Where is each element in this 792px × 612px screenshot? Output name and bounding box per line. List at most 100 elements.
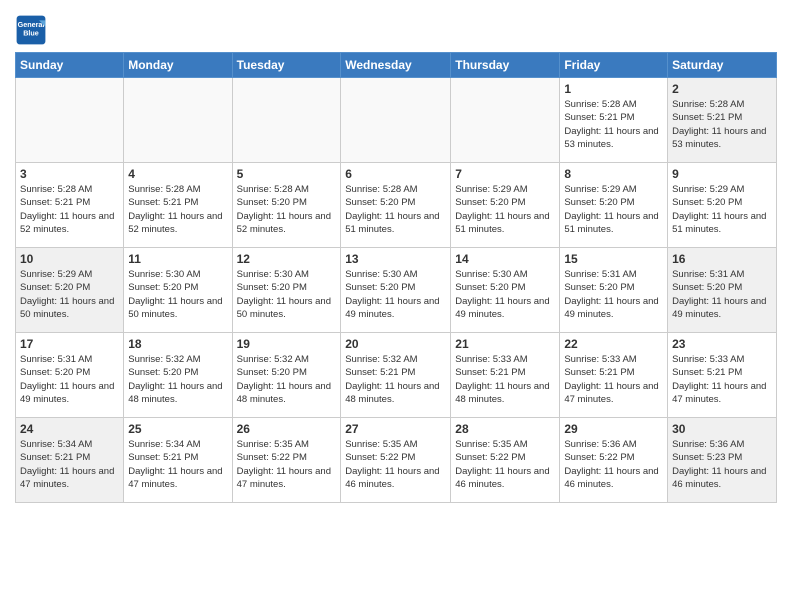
day-number: 4 (128, 167, 227, 181)
day-number: 25 (128, 422, 227, 436)
calendar-header-tuesday: Tuesday (232, 53, 341, 78)
calendar-cell: 27 Sunrise: 5:35 AM Sunset: 5:22 PM Dayli… (341, 418, 451, 503)
day-info: Sunrise: 5:32 AM Sunset: 5:21 PM Dayligh… (345, 353, 446, 406)
day-info: Sunrise: 5:35 AM Sunset: 5:22 PM Dayligh… (455, 438, 555, 491)
calendar-header-thursday: Thursday (451, 53, 560, 78)
calendar-cell: 25 Sunrise: 5:34 AM Sunset: 5:21 PM Dayli… (124, 418, 232, 503)
day-number: 18 (128, 337, 227, 351)
day-info: Sunrise: 5:32 AM Sunset: 5:20 PM Dayligh… (128, 353, 227, 406)
day-info: Sunrise: 5:29 AM Sunset: 5:20 PM Dayligh… (20, 268, 119, 321)
logo: General Blue (15, 14, 47, 46)
calendar-header-sunday: Sunday (16, 53, 124, 78)
calendar-cell: 30Sunrise: 5:36 AM Sunset: 5:23 PM Dayli… (668, 418, 777, 503)
calendar-cell: 29 Sunrise: 5:36 AM Sunset: 5:22 PM Dayli… (560, 418, 668, 503)
day-info: Sunrise: 5:28 AM Sunset: 5:21 PM Dayligh… (128, 183, 227, 236)
day-info: Sunrise: 5:34 AM Sunset: 5:21 PM Dayligh… (20, 438, 119, 491)
day-info: Sunrise: 5:28 AM Sunset: 5:20 PM Dayligh… (237, 183, 337, 236)
day-number: 20 (345, 337, 446, 351)
calendar-cell: 28 Sunrise: 5:35 AM Sunset: 5:22 PM Dayli… (451, 418, 560, 503)
week-row-2: 3 Sunrise: 5:28 AM Sunset: 5:21 PM Daylig… (16, 163, 777, 248)
day-info: Sunrise: 5:29 AM Sunset: 5:20 PM Dayligh… (672, 183, 772, 236)
day-number: 15 (564, 252, 663, 266)
day-info: Sunrise: 5:28 AM Sunset: 5:21 PM Dayligh… (20, 183, 119, 236)
day-info: Sunrise: 5:30 AM Sunset: 5:20 PM Dayligh… (128, 268, 227, 321)
calendar-cell: 1Sunrise: 5:28 AM Sunset: 5:21 PM Daylig… (560, 78, 668, 163)
day-info: Sunrise: 5:30 AM Sunset: 5:20 PM Dayligh… (455, 268, 555, 321)
day-info: Sunrise: 5:28 AM Sunset: 5:21 PM Dayligh… (672, 98, 772, 151)
calendar-cell: 12Sunrise: 5:30 AM Sunset: 5:20 PM Dayli… (232, 248, 341, 333)
day-info: Sunrise: 5:29 AM Sunset: 5:20 PM Dayligh… (455, 183, 555, 236)
day-number: 9 (672, 167, 772, 181)
day-info: Sunrise: 5:34 AM Sunset: 5:21 PM Dayligh… (128, 438, 227, 491)
calendar-cell: 23 Sunrise: 5:33 AM Sunset: 5:21 PM Dayli… (668, 333, 777, 418)
day-number: 11 (128, 252, 227, 266)
calendar-cell: 10 Sunrise: 5:29 AM Sunset: 5:20 PM Dayli… (16, 248, 124, 333)
page-header: General Blue (15, 10, 777, 46)
calendar-cell: 18 Sunrise: 5:32 AM Sunset: 5:20 PM Dayli… (124, 333, 232, 418)
calendar-cell: 17 Sunrise: 5:31 AM Sunset: 5:20 PM Dayli… (16, 333, 124, 418)
calendar-cell (16, 78, 124, 163)
week-row-4: 17 Sunrise: 5:31 AM Sunset: 5:20 PM Dayli… (16, 333, 777, 418)
day-number: 17 (20, 337, 119, 351)
day-number: 3 (20, 167, 119, 181)
day-number: 23 (672, 337, 772, 351)
week-row-5: 24 Sunrise: 5:34 AM Sunset: 5:21 PM Dayli… (16, 418, 777, 503)
logo-icon: General Blue (15, 14, 47, 46)
calendar-table: SundayMondayTuesdayWednesdayThursdayFrid… (15, 52, 777, 503)
calendar-cell: 21 Sunrise: 5:33 AM Sunset: 5:21 PM Dayli… (451, 333, 560, 418)
calendar-cell: 6 Sunrise: 5:28 AM Sunset: 5:20 PM Daylig… (341, 163, 451, 248)
day-number: 30 (672, 422, 772, 436)
day-info: Sunrise: 5:30 AM Sunset: 5:20 PM Dayligh… (345, 268, 446, 321)
calendar-cell: 24 Sunrise: 5:34 AM Sunset: 5:21 PM Dayli… (16, 418, 124, 503)
calendar-cell: 9 Sunrise: 5:29 AM Sunset: 5:20 PM Daylig… (668, 163, 777, 248)
calendar-cell (232, 78, 341, 163)
day-number: 28 (455, 422, 555, 436)
day-number: 19 (237, 337, 337, 351)
day-number: 12 (237, 252, 337, 266)
day-info: Sunrise: 5:33 AM Sunset: 5:21 PM Dayligh… (455, 353, 555, 406)
day-info: Sunrise: 5:33 AM Sunset: 5:21 PM Dayligh… (564, 353, 663, 406)
day-info: Sunrise: 5:31 AM Sunset: 5:20 PM Dayligh… (20, 353, 119, 406)
day-info: Sunrise: 5:31 AM Sunset: 5:20 PM Dayligh… (672, 268, 772, 321)
day-info: Sunrise: 5:36 AM Sunset: 5:22 PM Dayligh… (564, 438, 663, 491)
calendar-header-row: SundayMondayTuesdayWednesdayThursdayFrid… (16, 53, 777, 78)
day-number: 26 (237, 422, 337, 436)
day-number: 27 (345, 422, 446, 436)
day-number: 24 (20, 422, 119, 436)
calendar-header-wednesday: Wednesday (341, 53, 451, 78)
calendar-cell: 16Sunrise: 5:31 AM Sunset: 5:20 PM Dayli… (668, 248, 777, 333)
calendar-cell: 26Sunrise: 5:35 AM Sunset: 5:22 PM Dayli… (232, 418, 341, 503)
calendar-cell: 22 Sunrise: 5:33 AM Sunset: 5:21 PM Dayli… (560, 333, 668, 418)
day-info: Sunrise: 5:31 AM Sunset: 5:20 PM Dayligh… (564, 268, 663, 321)
day-number: 10 (20, 252, 119, 266)
calendar-cell: 13Sunrise: 5:30 AM Sunset: 5:20 PM Dayli… (341, 248, 451, 333)
day-number: 1 (564, 82, 663, 96)
day-number: 2 (672, 82, 772, 96)
calendar-cell: 11 Sunrise: 5:30 AM Sunset: 5:20 PM Dayli… (124, 248, 232, 333)
calendar-header-friday: Friday (560, 53, 668, 78)
calendar-cell (341, 78, 451, 163)
calendar-cell: 20 Sunrise: 5:32 AM Sunset: 5:21 PM Dayli… (341, 333, 451, 418)
calendar-header-saturday: Saturday (668, 53, 777, 78)
day-info: Sunrise: 5:32 AM Sunset: 5:20 PM Dayligh… (237, 353, 337, 406)
calendar-cell (124, 78, 232, 163)
day-number: 29 (564, 422, 663, 436)
calendar-header-monday: Monday (124, 53, 232, 78)
calendar-cell: 2 Sunrise: 5:28 AM Sunset: 5:21 PM Daylig… (668, 78, 777, 163)
week-row-3: 10 Sunrise: 5:29 AM Sunset: 5:20 PM Dayli… (16, 248, 777, 333)
calendar-cell: 7Sunrise: 5:29 AM Sunset: 5:20 PM Daylig… (451, 163, 560, 248)
day-info: Sunrise: 5:28 AM Sunset: 5:20 PM Dayligh… (345, 183, 446, 236)
calendar-cell: 3 Sunrise: 5:28 AM Sunset: 5:21 PM Daylig… (16, 163, 124, 248)
day-number: 5 (237, 167, 337, 181)
day-info: Sunrise: 5:35 AM Sunset: 5:22 PM Dayligh… (345, 438, 446, 491)
calendar-cell: 5 Sunrise: 5:28 AM Sunset: 5:20 PM Daylig… (232, 163, 341, 248)
day-info: Sunrise: 5:29 AM Sunset: 5:20 PM Dayligh… (564, 183, 663, 236)
day-number: 6 (345, 167, 446, 181)
day-number: 21 (455, 337, 555, 351)
day-number: 22 (564, 337, 663, 351)
calendar-cell: 19 Sunrise: 5:32 AM Sunset: 5:20 PM Dayli… (232, 333, 341, 418)
calendar-cell (451, 78, 560, 163)
calendar-cell: 4 Sunrise: 5:28 AM Sunset: 5:21 PM Daylig… (124, 163, 232, 248)
calendar-cell: 14Sunrise: 5:30 AM Sunset: 5:20 PM Dayli… (451, 248, 560, 333)
day-info: Sunrise: 5:33 AM Sunset: 5:21 PM Dayligh… (672, 353, 772, 406)
